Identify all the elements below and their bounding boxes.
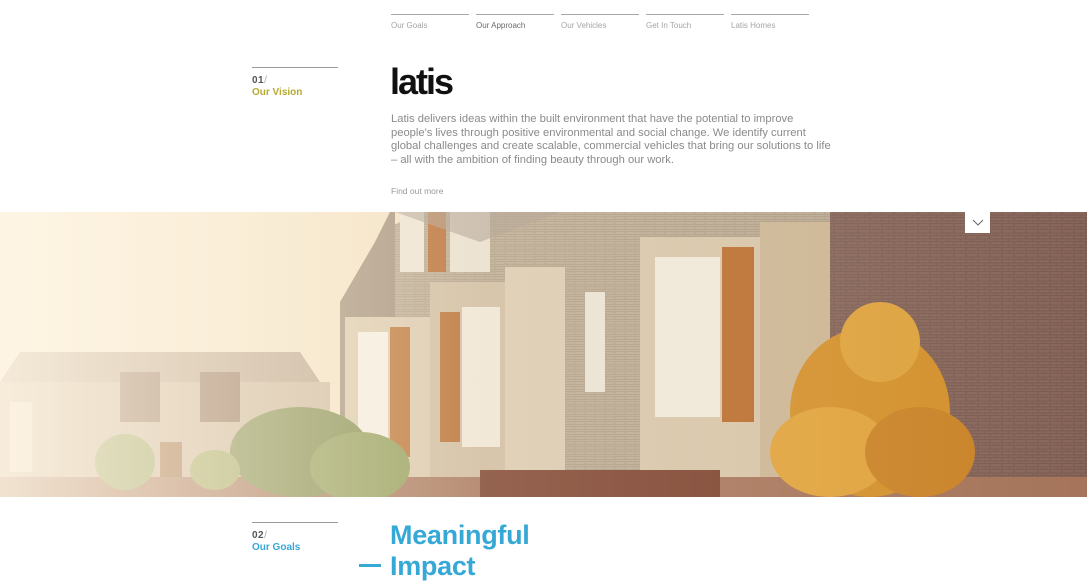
nav-item-latis-homes[interactable]: Latis Homes bbox=[731, 14, 809, 30]
nav-item-our-goals[interactable]: Our Goals bbox=[391, 14, 469, 30]
housing-illustration bbox=[0, 212, 1087, 497]
nav-item-get-in-touch[interactable]: Get In Touch bbox=[646, 14, 724, 30]
headline-dash bbox=[359, 564, 381, 567]
hero-image bbox=[0, 212, 1087, 497]
section-number: 01/ bbox=[252, 75, 338, 86]
section-number-slash: / bbox=[264, 75, 268, 86]
section-label-vision: 01/ Our Vision bbox=[252, 67, 338, 98]
nav-item-our-vehicles[interactable]: Our Vehicles bbox=[561, 14, 639, 30]
latis-logo: latis bbox=[390, 61, 454, 102]
section-name: Our Vision bbox=[252, 87, 303, 98]
nav-item-our-approach[interactable]: Our Approach bbox=[476, 14, 554, 30]
section-number-value: 02 bbox=[252, 530, 265, 541]
chevron-down-icon bbox=[972, 219, 984, 227]
intro-paragraph: Latis delivers ideas within the built en… bbox=[391, 113, 831, 166]
section-label-goals: 02/ Our Goals bbox=[252, 522, 338, 553]
section-headline: Meaningful Impact bbox=[390, 520, 530, 582]
section-number: 02/ bbox=[252, 530, 338, 541]
section-number-slash: / bbox=[264, 530, 268, 541]
scroll-down-button[interactable] bbox=[965, 212, 990, 233]
top-nav: Our Goals Our Approach Our Vehicles Get … bbox=[391, 14, 809, 30]
headline-line-1: Meaningful bbox=[390, 520, 530, 550]
section-name: Our Goals bbox=[252, 542, 301, 553]
headline-line-2: Impact bbox=[390, 551, 476, 581]
find-out-more-link[interactable]: Find out more bbox=[391, 186, 443, 196]
section-number-value: 01 bbox=[252, 75, 265, 86]
